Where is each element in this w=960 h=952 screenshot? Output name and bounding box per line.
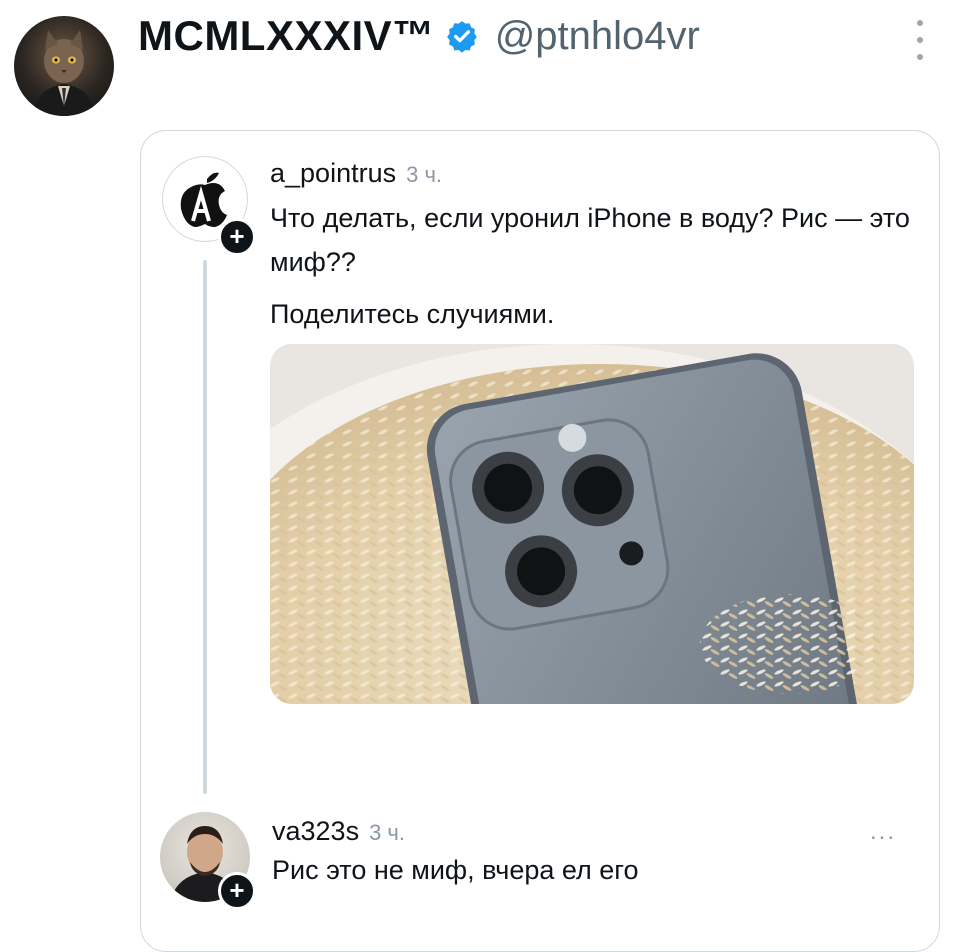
reply-text: Рис это не миф, вчера ел его xyxy=(272,855,639,885)
tweet-header: MCMLXXXIV™ @ptnhlo4vr xyxy=(0,0,960,120)
post-username[interactable]: a_pointrus xyxy=(270,158,396,189)
more-horizontal-icon[interactable]: ... xyxy=(870,818,896,846)
post-meta: a_pointrus 3 ч. xyxy=(270,158,442,189)
author-name[interactable]: MCMLXXXIV™ xyxy=(138,12,435,60)
reply-meta: va323s 3 ч. xyxy=(272,816,405,847)
follow-plus-icon[interactable]: + xyxy=(218,872,256,910)
verified-badge-icon xyxy=(446,21,477,53)
thread-connector-line xyxy=(203,260,207,794)
follow-plus-icon[interactable]: + xyxy=(218,218,256,256)
post-time: 3 ч. xyxy=(406,162,443,187)
post-text: Что делать, если уронил iPhone в воду? Р… xyxy=(270,196,920,336)
author-handle[interactable]: @ptnhlo4vr xyxy=(495,14,700,59)
author-avatar[interactable] xyxy=(14,16,114,116)
reply-time: 3 ч. xyxy=(369,820,405,845)
post-text-line1: Что делать, если уронил iPhone в воду? Р… xyxy=(270,203,910,277)
reply-username[interactable]: va323s xyxy=(272,816,359,847)
more-vertical-icon[interactable] xyxy=(910,20,930,60)
post-image[interactable] xyxy=(270,344,914,704)
post-text-line2: Поделитесь случиями. xyxy=(270,299,555,329)
